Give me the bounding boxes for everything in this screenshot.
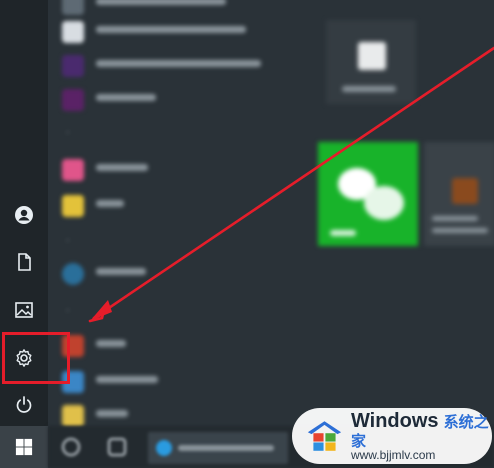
watermark-url: www.bjjmlv.com (350, 448, 436, 463)
search-icon[interactable] (62, 438, 80, 456)
section-header[interactable]: · (66, 304, 70, 317)
section-header[interactable]: · (66, 126, 70, 139)
task-view-icon[interactable] (108, 438, 126, 456)
tile-area (310, 0, 494, 468)
settings-highlight-box (2, 332, 70, 384)
list-item[interactable] (56, 258, 306, 288)
list-item[interactable] (56, 330, 306, 360)
pictures-button[interactable] (0, 288, 48, 332)
start-menu-rail (0, 0, 48, 468)
windows-flag-logo-icon (307, 421, 342, 451)
watermark-brand: Windows (350, 409, 439, 432)
list-item[interactable] (56, 154, 306, 184)
start-button[interactable] (0, 426, 48, 468)
power-icon (16, 396, 32, 413)
document-icon (18, 253, 31, 271)
section-header[interactable]: · (66, 234, 70, 247)
list-item[interactable] (56, 84, 306, 114)
wechat-tile[interactable] (318, 142, 418, 246)
user-account-button[interactable] (0, 193, 48, 237)
power-button[interactable] (0, 383, 48, 427)
tile[interactable] (326, 20, 416, 104)
documents-button[interactable] (0, 240, 48, 284)
pictures-icon (15, 302, 33, 318)
app-list: · · · (56, 0, 306, 468)
list-item[interactable] (56, 50, 306, 80)
windows-logo-icon (15, 438, 33, 456)
list-item[interactable] (56, 190, 306, 220)
watermark: Windows 系统之家 www.bjjmlv.com (292, 408, 492, 464)
tile[interactable] (424, 142, 494, 246)
taskbar-app[interactable] (148, 432, 288, 464)
list-item[interactable] (56, 366, 306, 396)
user-icon (15, 206, 33, 224)
list-item[interactable] (56, 16, 306, 46)
